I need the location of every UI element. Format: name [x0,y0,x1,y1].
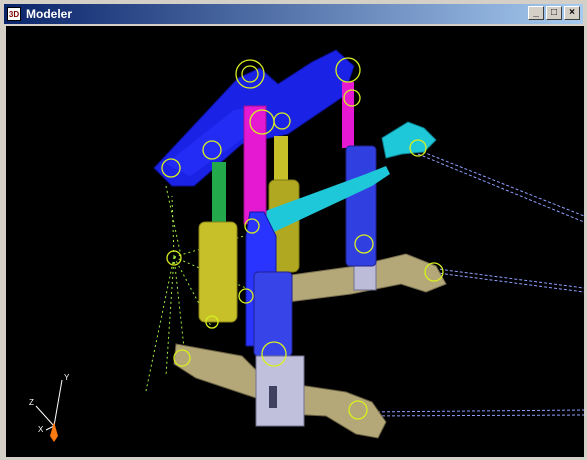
window-title: Modeler [26,7,73,21]
axis-z-label: Z [29,398,34,407]
axis-triad: Y Z X [29,373,70,442]
maximize-button[interactable]: □ [546,6,562,20]
axis-y-label: Y [64,373,70,382]
window-controls: _ □ × [528,6,580,20]
app-icon: 3D [7,7,21,21]
axis-x-label: X [38,425,44,434]
close-button[interactable]: × [564,6,580,20]
lower-arm-front [173,343,387,439]
minimize-button[interactable]: _ [528,6,544,20]
3d-viewport[interactable]: Y Z X [6,26,584,457]
suspension-model[interactable]: Y Z X [6,26,584,457]
title-bar[interactable]: 3D Modeler _ □ × [4,4,583,24]
modeler-window: 3D Modeler _ □ × Y Z X [0,0,587,460]
